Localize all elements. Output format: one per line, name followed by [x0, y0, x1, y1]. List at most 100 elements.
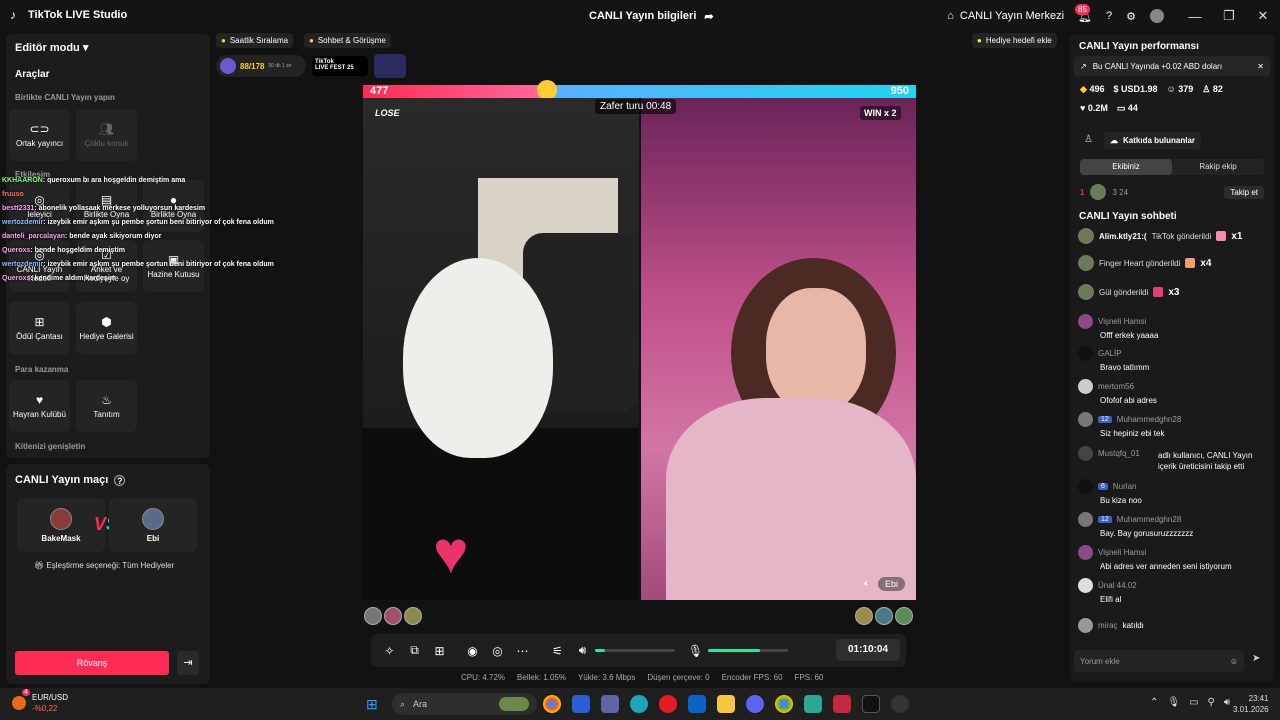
display-icon[interactable]: ▭	[1189, 697, 1198, 708]
help-icon[interactable]: ?	[1106, 10, 1112, 22]
info-icon[interactable]: ?	[114, 474, 126, 486]
gifter-avatar[interactable]	[364, 607, 382, 625]
screen-add-icon[interactable]: ⊞	[427, 644, 452, 658]
edge-icon[interactable]	[630, 695, 648, 713]
host-video[interactable]: ♥	[363, 98, 639, 600]
volume-tray-icon[interactable]: 🔊︎	[1224, 697, 1230, 708]
tiktok-icon[interactable]	[862, 695, 880, 713]
opera-icon[interactable]	[659, 695, 677, 713]
hourly-ranking-button[interactable]: ● Saatlik Sıralama	[216, 33, 294, 48]
app-extra-icon[interactable]	[891, 695, 909, 713]
microphone-icon[interactable]: 🎙︎	[683, 644, 708, 658]
taskbar-search[interactable]: ⌕ Ara	[392, 693, 537, 715]
chat-username: Vişneli Hamsi	[1098, 316, 1147, 326]
chevron-up-icon[interactable]: ⌃	[1150, 697, 1158, 708]
add-gift-goal-button[interactable]: ● Hediye hedefi ekle	[972, 33, 1057, 48]
speaker-volume-slider[interactable]	[595, 649, 675, 652]
cohost-button[interactable]: ⊂⊃ Ortak yayıncı	[9, 109, 70, 161]
store-icon[interactable]	[572, 695, 590, 713]
gifter-avatar[interactable]	[895, 607, 913, 625]
share-icon[interactable]: ➦	[704, 10, 713, 23]
gift-goal-label: Hediye hedefi ekle	[985, 36, 1052, 45]
comment-input[interactable]: Yorum ekle ☺	[1074, 650, 1244, 672]
exit-match-icon[interactable]: ⇥	[177, 651, 199, 675]
dropped-frames-status: Düşen çerçeve: 0	[647, 673, 710, 682]
followers-stat: ♙ 82	[1202, 84, 1223, 95]
gifter-avatar[interactable]	[855, 607, 873, 625]
tab-rival-team[interactable]: Rakip ekip	[1172, 159, 1264, 175]
contributors-label: Katkıda bulunanlar	[1123, 136, 1196, 145]
fest-mascot-icon[interactable]	[374, 54, 406, 78]
media-player-icon[interactable]	[833, 695, 851, 713]
reward-bag-button[interactable]: ⊞ Ödül Çantası	[9, 302, 70, 354]
chat-message[interactable]: 12 Muhammedghn28 Siz hepiniz ebi tek	[1078, 411, 1268, 439]
chat-message[interactable]: 6 Nurlan Bu kiza noo	[1078, 478, 1268, 506]
rematch-button[interactable]: Rövanş	[15, 651, 169, 675]
network-icon[interactable]: ⚲	[1208, 697, 1215, 708]
chat-text: Bravo tatlımm	[1100, 363, 1150, 372]
promote-button[interactable]: ♨ Tanıtım	[76, 380, 137, 432]
tab-our-team[interactable]: Ekibiniz	[1080, 159, 1172, 175]
chat-message[interactable]: miraç katıldı	[1078, 617, 1268, 633]
camera-icon[interactable]: ◎	[485, 644, 510, 658]
multi-guest-button[interactable]: 👥︎ Çoklu konuk	[76, 109, 137, 161]
chat-message[interactable]: mertom56 Ofofof abi adres	[1078, 378, 1268, 406]
chat-message[interactable]: 12 Muhammedghn28 Bay. Bay gorusuruzzzzzzz	[1078, 511, 1268, 539]
fan-club-button[interactable]: ♥ Hayran Kulübü	[9, 380, 70, 432]
opponent-name-tag[interactable]: Ebi	[878, 577, 906, 591]
settings-gear-icon[interactable]: ⚙	[1126, 10, 1136, 23]
chrome-alt-icon[interactable]	[775, 695, 793, 713]
volume-icon[interactable]: 🔈︎	[864, 578, 869, 589]
speaker-icon[interactable]: 🔊︎	[570, 643, 595, 658]
chat-message[interactable]: GALİP Bravo tatlımm	[1078, 345, 1268, 373]
gifter-avatar[interactable]	[384, 607, 402, 625]
follow-button[interactable]: Takip et	[1224, 185, 1264, 199]
effects-wand-icon[interactable]: ✧	[377, 644, 402, 658]
editor-mode-dropdown[interactable]: Editör modu ▾	[15, 41, 88, 54]
contributors-button[interactable]: ☁ Katkıda bulunanlar	[1104, 132, 1202, 149]
maximize-button[interactable]: ❐	[1212, 8, 1246, 24]
taskbar-clock[interactable]: 23:41 3.01.2026	[1233, 693, 1269, 715]
chat-message[interactable]: Mustqfq_01 adlı kullanıcı, CANLI Yayın i…	[1078, 445, 1268, 472]
gift-event: Gül gönderildi x3	[1078, 283, 1180, 301]
send-icon[interactable]: ➤	[1252, 653, 1260, 664]
coins-value: 496	[1089, 84, 1105, 94]
outlook-icon[interactable]	[688, 695, 706, 713]
gift-multiplier: x1	[1231, 230, 1243, 242]
file-explorer-icon[interactable]	[717, 695, 735, 713]
player2-name: Ebi	[146, 533, 160, 543]
chat-text: Bu kiza noo	[1100, 496, 1142, 505]
live-fest-banner[interactable]: TikTok LIVE FEST 25	[312, 56, 368, 76]
xbox-icon[interactable]	[804, 695, 822, 713]
more-icon[interactable]: ⋯	[510, 644, 535, 658]
chrome-icon[interactable]	[543, 695, 561, 713]
record-icon[interactable]: ◉	[460, 644, 485, 658]
live-info-title[interactable]: CANLI Yayın bilgileri ➦	[589, 10, 714, 23]
stream-elapsed-time[interactable]: 01:10:04	[836, 639, 900, 661]
chat-message[interactable]: Ünal 44.02 Elifi al	[1078, 577, 1268, 605]
mic-tray-icon[interactable]: 🎙︎	[1167, 697, 1180, 708]
windows-start-icon[interactable]: ⊞	[366, 696, 382, 712]
gift-gallery-button[interactable]: ⬢ Hediye Galerisi	[76, 302, 137, 354]
gifter-avatar[interactable]	[404, 607, 422, 625]
live-center-link[interactable]: ⌂ CANLI Yayın Merkezi	[947, 10, 1064, 22]
level-progress[interactable]: 88/178 50 dk 1 sn	[216, 55, 306, 77]
opponent-video[interactable]	[641, 98, 916, 600]
discord-icon[interactable]	[746, 695, 764, 713]
player-card-bakemask[interactable]: BakeMask	[17, 498, 105, 552]
chat-message[interactable]: Vişneli Hamsi Abi adres ver anneden seni…	[1078, 544, 1268, 572]
minimize-button[interactable]: —	[1178, 9, 1212, 24]
teams-icon[interactable]	[601, 695, 619, 713]
mic-volume-slider[interactable]	[708, 649, 788, 652]
close-banner-icon[interactable]: ✕	[1257, 62, 1264, 71]
emoji-icon[interactable]: ☺	[1230, 657, 1238, 666]
chat-meet-button[interactable]: ● Sohbet & Görüşme	[304, 33, 391, 48]
profile-avatar[interactable]	[1150, 9, 1164, 23]
gifter-avatar[interactable]	[875, 607, 893, 625]
adjust-sliders-icon[interactable]: ⚟	[545, 644, 570, 658]
layout-icon[interactable]: ⧉	[402, 643, 427, 658]
chat-message[interactable]: Vişneli Hamsi Offf erkek yaaaa	[1078, 313, 1268, 341]
close-button[interactable]: ✕	[1246, 8, 1280, 24]
market-ticker-widget[interactable]: EUR/USD -%0,22 4	[12, 689, 68, 714]
player-card-ebi[interactable]: Ebi	[109, 498, 197, 552]
